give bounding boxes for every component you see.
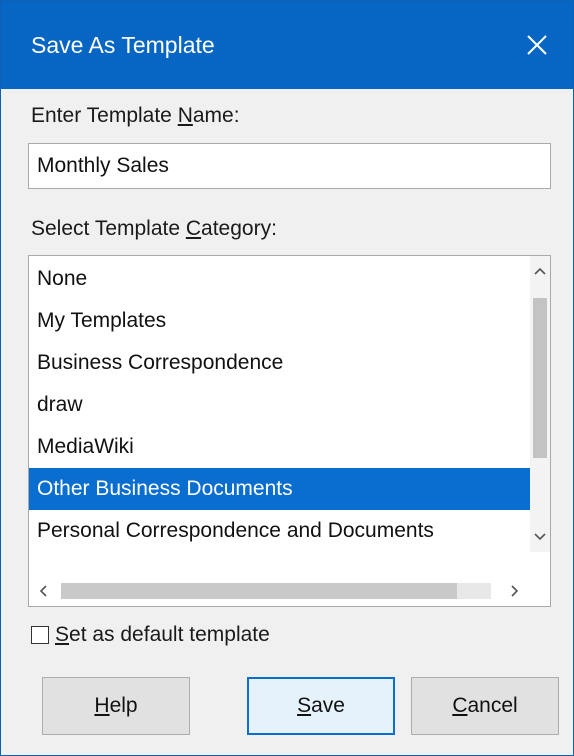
chevron-left-icon bbox=[39, 585, 47, 597]
default-template-option[interactable]: Set as default template bbox=[31, 622, 270, 648]
save-as-template-dialog: Save As Template Enter Template Name: Mo… bbox=[0, 0, 574, 756]
title-bar[interactable]: Save As Template bbox=[1, 1, 573, 89]
chevron-down-icon bbox=[534, 533, 546, 541]
close-button[interactable] bbox=[501, 1, 573, 89]
default-template-checkbox[interactable] bbox=[31, 626, 49, 644]
scroll-up-button[interactable] bbox=[530, 256, 550, 286]
template-name-label: Enter Template Name: bbox=[31, 104, 240, 127]
list-item[interactable]: draw bbox=[29, 384, 532, 426]
vertical-scroll-thumb[interactable] bbox=[533, 298, 547, 458]
scroll-left-button[interactable] bbox=[33, 576, 53, 606]
scroll-right-button[interactable] bbox=[505, 576, 525, 606]
list-item[interactable]: None bbox=[29, 258, 532, 300]
dialog-title: Save As Template bbox=[31, 32, 215, 58]
chevron-right-icon bbox=[511, 585, 519, 597]
cancel-button[interactable]: Cancel bbox=[411, 677, 559, 735]
scroll-down-button[interactable] bbox=[530, 522, 550, 552]
template-category-list[interactable]: None My Templates Business Correspondenc… bbox=[28, 255, 551, 607]
save-button[interactable]: Save bbox=[247, 677, 395, 735]
list-item-selected[interactable]: Other Business Documents bbox=[29, 468, 532, 510]
horizontal-scrollbar[interactable] bbox=[29, 576, 550, 606]
chevron-up-icon bbox=[534, 267, 546, 275]
template-name-input[interactable]: Monthly Sales bbox=[28, 143, 551, 189]
list-item[interactable]: Business Correspondence bbox=[29, 342, 532, 384]
template-category-label: Select Template Category: bbox=[31, 217, 277, 240]
template-name-value: Monthly Sales bbox=[37, 154, 169, 177]
list-item[interactable]: Personal Correspondence and Documents bbox=[29, 510, 532, 552]
list-item[interactable]: MediaWiki bbox=[29, 426, 532, 468]
vertical-scrollbar[interactable] bbox=[530, 256, 550, 552]
default-template-label[interactable]: Set as default template bbox=[55, 622, 270, 648]
category-items: None My Templates Business Correspondenc… bbox=[29, 258, 532, 552]
help-button[interactable]: Help bbox=[42, 677, 190, 735]
list-item[interactable]: My Templates bbox=[29, 300, 532, 342]
horizontal-scroll-thumb[interactable] bbox=[61, 583, 457, 599]
close-icon bbox=[527, 35, 547, 55]
